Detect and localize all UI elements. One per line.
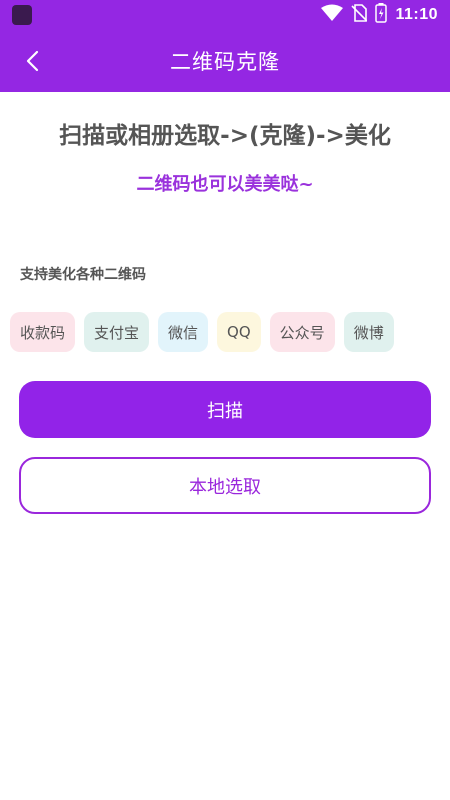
page-title: 二维码克隆 [170, 50, 280, 74]
tag-qq: QQ [217, 312, 261, 352]
tag-alipay: 支付宝 [84, 312, 150, 352]
no-sim-icon [351, 4, 369, 26]
tag-weibo: 微博 [343, 312, 394, 352]
app-header: 11:10 二维码克隆 [0, 0, 450, 92]
tag-official-account: 公众号 [269, 312, 335, 352]
app-icon [12, 5, 32, 25]
status-bar: 11:10 [0, 0, 450, 30]
local-select-button[interactable]: 本地选取 [19, 457, 431, 514]
wifi-icon [321, 4, 344, 26]
tag-wechat: 微信 [158, 312, 209, 352]
status-icons: 11:10 [321, 3, 438, 27]
feature-subline: 二维码也可以美美哒~ [136, 174, 314, 195]
battery-icon [375, 3, 388, 27]
support-label: 支持美化各种二维码 [20, 267, 146, 283]
navigation-bar: 二维码克隆 [0, 30, 450, 92]
feature-headline: 扫描或相册选取->(克隆)->美化 [59, 123, 391, 149]
tag-payment-code: 收款码 [10, 312, 76, 352]
status-time: 11:10 [395, 6, 438, 23]
supported-types: 收款码 支付宝 微信 QQ 公众号 微博 [10, 312, 394, 352]
scan-button[interactable]: 扫描 [19, 381, 431, 438]
